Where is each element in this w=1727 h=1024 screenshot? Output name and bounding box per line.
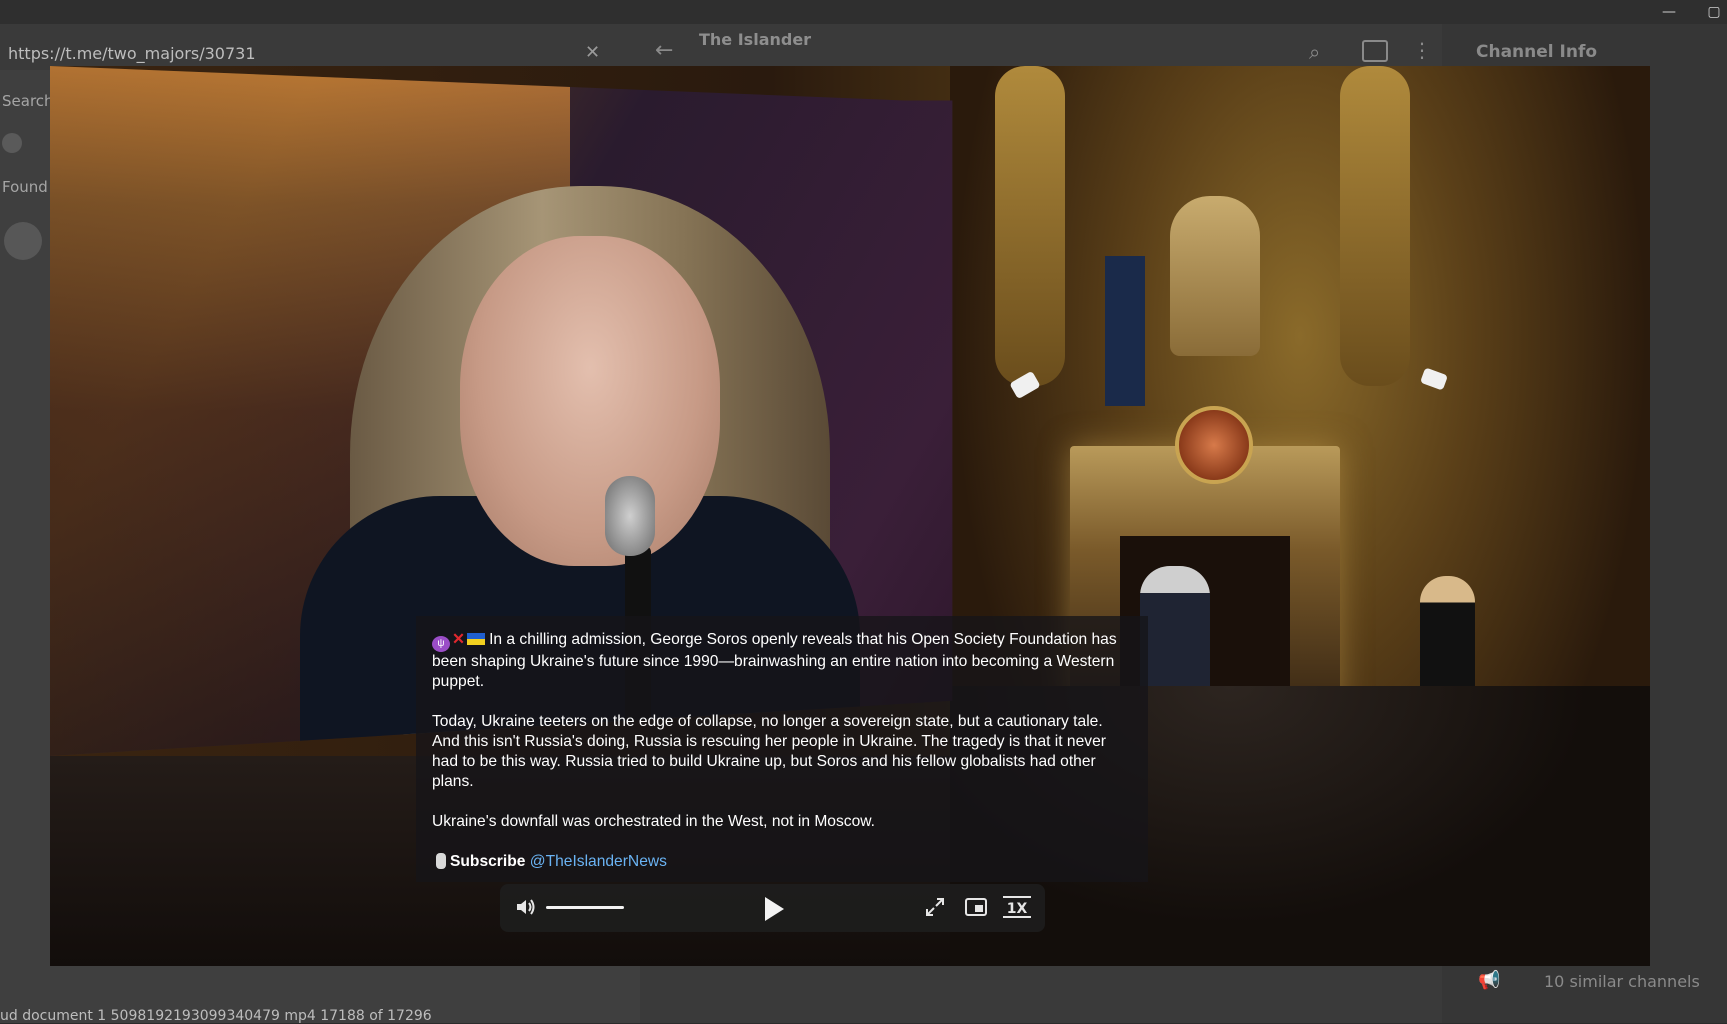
close-icon[interactable]: ✕ bbox=[585, 42, 600, 63]
video-scene-speaker-face bbox=[460, 236, 720, 566]
megaphone-icon: 📢 bbox=[1478, 970, 1501, 991]
search-label: Search bbox=[2, 92, 54, 110]
video-scene-microphone bbox=[605, 476, 655, 556]
microphone-icon bbox=[436, 853, 446, 869]
chat-title[interactable]: The Islander bbox=[699, 30, 811, 49]
picture-in-picture-icon[interactable] bbox=[964, 896, 988, 918]
video-scene-urn bbox=[1170, 196, 1260, 356]
similar-channels-link[interactable]: 10 similar channels bbox=[1544, 972, 1700, 991]
video-scene-statue bbox=[1340, 66, 1410, 386]
video-scene-window bbox=[1105, 256, 1145, 406]
fullscreen-icon[interactable] bbox=[924, 896, 946, 918]
video-scene-statue bbox=[995, 66, 1065, 386]
channel-handle-link[interactable]: @TheIslanderNews bbox=[530, 853, 667, 870]
volume-icon[interactable] bbox=[514, 896, 536, 918]
video-scene-clock bbox=[1175, 406, 1253, 484]
playback-speed-button[interactable]: 1X bbox=[1003, 896, 1031, 918]
found-label: Found bbox=[2, 178, 48, 196]
volume-slider[interactable] bbox=[546, 906, 624, 909]
caption-paragraph: Ukraine's downfall was orchestrated in t… bbox=[432, 812, 1132, 832]
avatar[interactable] bbox=[4, 222, 42, 260]
minimize-button[interactable]: — bbox=[1655, 2, 1683, 22]
avatar[interactable] bbox=[2, 133, 22, 153]
back-arrow-icon[interactable]: ← bbox=[655, 38, 673, 63]
caption-subscribe-line: Subscribe @TheIslanderNews bbox=[432, 852, 1132, 872]
search-icon[interactable]: ⌕ bbox=[1309, 40, 1320, 64]
url-text: https://t.me/two_majors/30731 bbox=[8, 44, 256, 63]
maximize-button[interactable]: ▢ bbox=[1700, 2, 1727, 22]
sidebar-toggle-icon[interactable] bbox=[1362, 40, 1388, 62]
channel-info-title: Channel Info bbox=[1476, 42, 1598, 62]
video-scene-guest bbox=[1420, 576, 1475, 696]
devil-emoji-icon: ψ bbox=[432, 636, 450, 652]
play-icon[interactable] bbox=[758, 894, 788, 924]
caption-text: Ukraine's downfall was orchestrated in t… bbox=[432, 813, 875, 830]
caption-paragraph: Today, Ukraine teeters on the edge of co… bbox=[432, 712, 1132, 792]
caption-paragraph: ψ ✕ In a chilling admission, George Soros … bbox=[432, 630, 1132, 692]
more-options-icon[interactable]: ⋮ bbox=[1412, 38, 1432, 62]
ukraine-flag-icon bbox=[467, 633, 486, 645]
subscribe-label: Subscribe bbox=[450, 853, 526, 870]
caption-text: In a chilling admission, George Soros op… bbox=[432, 631, 1117, 690]
caption-text: Today, Ukraine teeters on the edge of co… bbox=[432, 713, 1106, 790]
cross-mark-icon: ✕ bbox=[452, 631, 466, 648]
media-caption: ψ ✕ In a chilling admission, George Soros … bbox=[416, 616, 1148, 882]
download-status: ud document 1 5098192193099340479 mp4 17… bbox=[0, 1008, 432, 1024]
window-titlebar: — ▢ bbox=[0, 0, 1727, 24]
player-controls: 1X bbox=[500, 884, 1045, 932]
